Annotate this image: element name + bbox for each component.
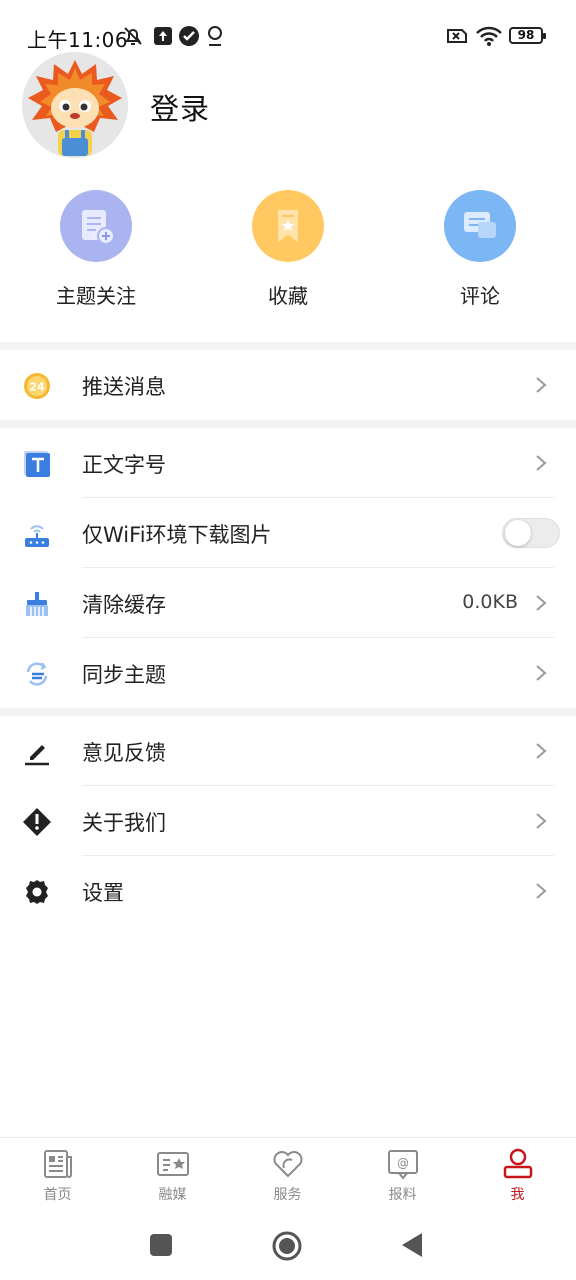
upload-icon: [154, 27, 172, 45]
menu-clear-cache[interactable]: 清除缓存 0.0KB: [0, 568, 576, 638]
font-size-label: 正文字号: [82, 453, 166, 477]
topic-follow-button[interactable]: 主题关注: [26, 188, 166, 318]
about-label: 关于我们: [82, 811, 166, 835]
comment-label: 评论: [460, 284, 500, 308]
menu-font-size[interactable]: 正文字号: [0, 428, 576, 498]
sync-icon: [26, 662, 48, 686]
svg-text:@: @: [397, 1156, 409, 1170]
menu-feedback[interactable]: 意见反馈: [0, 716, 576, 786]
chevron-right-icon: [536, 743, 547, 759]
settings-label: 设置: [82, 881, 124, 905]
menu-wifi-images: 仅WiFi环境下载图片: [0, 498, 576, 568]
section-divider: [0, 708, 576, 716]
no-sim-icon: [447, 29, 467, 43]
section-divider: [0, 420, 576, 428]
location-icon: [208, 26, 222, 46]
wifi-images-label: 仅WiFi环境下载图片: [82, 523, 272, 547]
chevron-right-icon: [536, 595, 547, 611]
text-size-icon: [24, 451, 50, 477]
status-time: 上午11:06: [27, 28, 129, 52]
menu-sync-topics[interactable]: 同步主题: [0, 638, 576, 708]
info-diamond-icon: [23, 808, 51, 836]
topic-follow-label: 主题关注: [56, 284, 136, 308]
bookmark-icon: [252, 190, 324, 262]
chevron-right-icon: [536, 455, 547, 471]
avatar[interactable]: [22, 52, 128, 158]
nav-media[interactable]: 融媒: [115, 1138, 230, 1214]
check-circle-icon: [179, 26, 199, 46]
gear-icon: [26, 880, 48, 904]
nav-home[interactable]: 首页: [0, 1138, 115, 1214]
topic-follow-icon: [60, 190, 132, 262]
system-nav-bar: [0, 1213, 576, 1280]
nav-report[interactable]: @ 报料: [345, 1138, 460, 1214]
chevron-right-icon: [536, 813, 547, 829]
toggle-knob: [505, 520, 531, 546]
broom-icon: [26, 592, 48, 616]
bottom-nav: 首页 融媒 服务 @ 报料 我: [0, 1137, 576, 1213]
home-button[interactable]: [272, 1231, 302, 1261]
clear-cache-label: 清除缓存: [82, 593, 166, 617]
feedback-label: 意见反馈: [82, 741, 166, 765]
svg-text:24: 24: [29, 381, 45, 394]
comment-button[interactable]: 评论: [410, 188, 550, 318]
report-at-icon: @: [387, 1150, 418, 1180]
nav-me[interactable]: 我: [460, 1138, 575, 1214]
nav-me-label: 我: [510, 1187, 525, 1203]
person-icon: [503, 1148, 532, 1179]
push-label: 推送消息: [82, 375, 166, 399]
cache-size-value: 0.0KB: [462, 591, 518, 613]
nav-media-label: 融媒: [158, 1187, 187, 1203]
menu-about-us[interactable]: 关于我们: [0, 786, 576, 856]
login-link[interactable]: 登录: [150, 86, 210, 128]
chevron-right-icon: [536, 883, 547, 899]
media-card-icon: [156, 1152, 189, 1176]
mascot-lion-icon: [22, 52, 128, 158]
quick-actions: 主题关注 收藏 评论: [0, 188, 576, 318]
back-button[interactable]: [400, 1231, 424, 1259]
nav-home-label: 首页: [43, 1187, 72, 1203]
mute-bell-icon: [124, 27, 142, 45]
nav-service-label: 服务: [273, 1187, 302, 1203]
push-24-icon: 24: [24, 373, 50, 399]
sync-topics-label: 同步主题: [82, 663, 166, 687]
pen-icon: [25, 745, 49, 766]
section-divider: [0, 342, 576, 350]
nav-service[interactable]: 服务: [230, 1138, 345, 1214]
battery-indicator: 98: [509, 27, 546, 44]
menu-push-messages[interactable]: 24 推送消息: [0, 350, 576, 420]
newspaper-icon: [43, 1150, 72, 1178]
recent-apps-button[interactable]: [149, 1231, 173, 1257]
router-icon: [25, 525, 49, 547]
heart-icon: [273, 1151, 302, 1178]
menu-settings[interactable]: 设置: [0, 856, 576, 926]
bookmark-button[interactable]: 收藏: [218, 188, 358, 318]
chevron-right-icon: [536, 377, 547, 393]
wifi-images-toggle[interactable]: [502, 518, 560, 548]
nav-report-label: 报料: [388, 1187, 417, 1203]
wifi-icon: [476, 26, 502, 46]
bookmark-label: 收藏: [268, 284, 308, 308]
comment-icon: [444, 190, 516, 262]
chevron-right-icon: [536, 665, 547, 681]
